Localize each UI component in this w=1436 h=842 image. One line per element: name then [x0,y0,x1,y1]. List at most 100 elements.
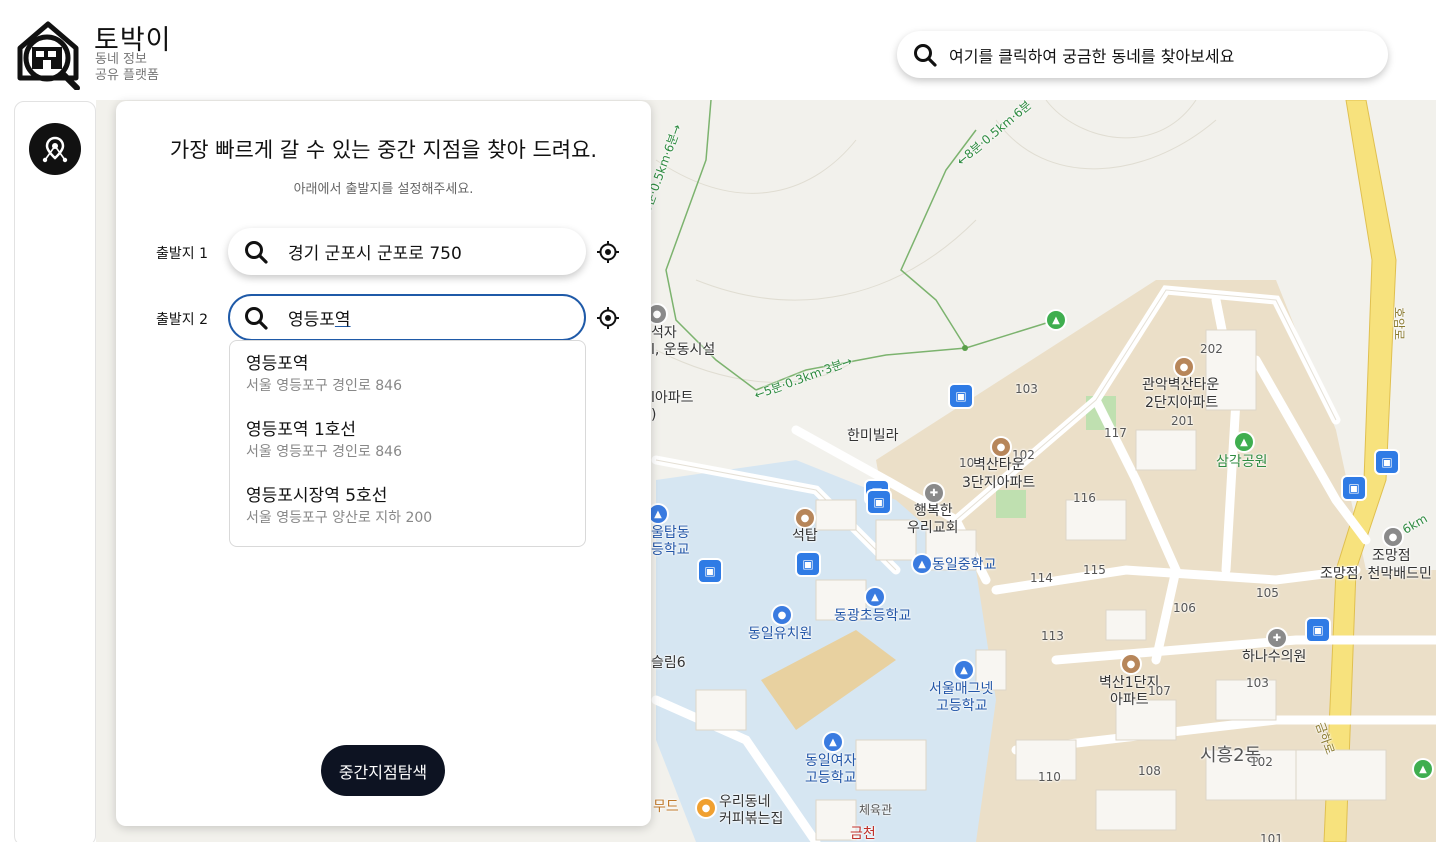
road-label: 호암로 [1392,306,1407,341]
bus-stop-icon[interactable]: ▣ [868,491,890,513]
bus-stop-icon[interactable]: ▣ [797,553,819,575]
map-building-number: 115 [1083,563,1106,577]
apartment-marker-icon[interactable]: ● [1122,655,1140,673]
origin1-input[interactable]: 경기 군포시 군포로 750 [228,228,586,275]
map-place-label: 석자 [651,325,677,341]
bus-stop-icon[interactable]: ▣ [950,385,972,407]
current-location-icon[interactable] [597,307,619,329]
neighborhood-search-bar[interactable]: 여기를 클릭하여 궁금한 동네를 찾아보세요 [897,31,1388,78]
park-marker-icon[interactable]: ▲ [1047,311,1065,329]
panel-subtitle: 아래에서 출발지를 설정해주세요. [293,182,474,197]
map-place-label: 우리교회 [907,520,959,536]
map-place-label: 동일중학교 [932,557,997,573]
search-icon [245,240,268,264]
current-location-icon[interactable] [597,241,619,263]
map-place-label: 울탑동 [651,525,690,541]
map-building-number: 110 [1038,770,1061,784]
apartment-marker-icon[interactable]: ● [992,438,1010,456]
suggestion-name: 영등포역 [246,354,309,374]
map-place-label: 체육관 [859,803,893,817]
midpoint-panel: 가장 빠르게 갈 수 있는 중간 지점을 찾아 드려요. 아래에서 출발지를 설… [116,101,651,826]
origin2-input[interactable]: 영등포역 [228,294,586,341]
park-marker-icon[interactable]: ▲ [1235,433,1253,451]
map-place-label: ) [651,407,657,423]
map-building-number: 116 [1073,491,1096,505]
origin1-label: 출발지 1 [156,246,208,262]
logo-house-magnifier-icon[interactable] [14,18,84,90]
origin2-value: 영등포역 [288,305,351,330]
map-place-label: 커피볶는집 [719,811,784,827]
brand-subtitle-line: 공유 플랫폼 [95,68,159,83]
map-place-label: 한미빌라 [847,428,899,444]
search-icon [245,306,268,330]
map-building-number: 107 [1148,684,1171,698]
suggestion-address: 서울 영등포구 양산로 지하 200 [246,510,433,526]
apartment-marker-icon[interactable]: ● [1175,358,1193,376]
viewpoint-marker-icon[interactable]: ● [1384,528,1402,546]
map-building-number: 106 [1173,601,1196,615]
map-building-number: 114 [1030,571,1053,585]
map-building-number: 117 [1104,426,1127,440]
map-place-label: 무드 [653,799,679,815]
map-place-label: 고등학교 [805,770,857,786]
map-place-label: 삼각공원 [1216,454,1268,470]
map-building-number: 201 [1171,414,1194,428]
map-place-label: 동일유치원 [748,626,813,642]
map-place-label: 행복한 [914,503,953,519]
map-place-label: 하나수의원 [1242,649,1307,665]
side-rail [14,101,96,842]
suggestion-address: 서울 영등포구 경인로 846 [246,378,402,394]
kindergarten-marker-icon[interactable]: ● [773,606,791,624]
map-building-number: 103 [1246,676,1269,690]
midpoint-pin-icon [42,136,68,163]
suggestion-dropdown: 영등포역 서울 영등포구 경인로 846 영등포역 1호선 서울 영등포구 경인… [229,340,586,547]
map-building-number: 103 [1015,382,1038,396]
map-place-label: 조망점 [1372,548,1411,564]
map-place-label: 서울매그넷 [929,681,994,697]
suggestion-item[interactable]: 영등포역 1호선 서울 영등포구 경인로 846 [246,419,402,462]
midpoint-mode-button[interactable] [29,123,81,175]
midpoint-search-button[interactable]: 중간지점탐색 [321,745,445,796]
map-building-number: 10 [959,456,975,470]
school-marker-icon[interactable]: ▲ [913,555,931,573]
suggestion-address: 서울 영등포구 경인로 846 [246,444,402,460]
suggestion-name: 영등포역 1호선 [246,420,357,440]
bus-stop-icon[interactable]: ▣ [1376,451,1398,473]
search-icon [914,43,937,67]
bus-stop-icon[interactable]: ▣ [699,560,721,582]
school-marker-icon[interactable]: ▲ [649,505,667,523]
map-place-label: 고등학교 [936,698,988,714]
brand-subtitle: 동네 정보 공유 플랫폼 [95,52,159,84]
origin2-composing-char: 역 [334,310,351,330]
bus-stop-icon[interactable]: ▣ [1343,477,1365,499]
map-place-label: 벽산타운 [973,457,1025,473]
brand-subtitle-line: 동네 정보 [95,52,147,67]
map-building-number: 102 [1250,755,1273,769]
church-marker-icon[interactable]: ✚ [925,484,943,502]
park-marker-icon[interactable]: ▲ [1414,760,1432,778]
map-place-label: 2단지아파트 [1145,395,1219,411]
map-place-label: 슬림6 [651,655,686,671]
suggestion-item[interactable]: 영등포역 서울 영등포구 경인로 846 [246,353,402,396]
map-place-label: l, 운동시설 [651,342,716,358]
map-place-label: 금천 [850,826,876,842]
origin2-label: 출발지 2 [156,312,208,328]
school-marker-icon[interactable]: ▲ [955,661,973,679]
map-building-number: 101 [1260,832,1283,842]
suggestion-item[interactable]: 영등포시장역 5호선 서울 영등포구 양산로 지하 200 [246,485,432,528]
origin2-value-text: 영등포 [288,310,335,330]
map-place-label: 3단지아파트 [962,475,1036,491]
school-marker-icon[interactable]: ▲ [866,588,884,606]
map-place-label: 조망점, 천막배드민 [1320,566,1432,582]
map-place-label: 등학교 [651,542,690,558]
bus-stop-icon[interactable]: ▣ [1307,619,1329,641]
tower-marker-icon[interactable]: ● [796,509,814,527]
map-building-number: 108 [1138,764,1161,778]
hospital-marker-icon[interactable]: ✚ [1268,629,1286,647]
map-place-label: 관악벽산타운 [1142,377,1220,393]
school-marker-icon[interactable]: ▲ [824,733,842,751]
panel-title: 가장 빠르게 갈 수 있는 중간 지점을 찾아 드려요. [169,138,598,162]
app-root: ▲ ● ● ▲ ✚ ● ▲ ▲ ● ▲ ▲ ✚ ● ▲ ● ● ▲ ● ▣ ▣ … [0,0,1436,842]
cafe-marker-icon[interactable]: ● [697,799,715,817]
map-place-label: 석탑 [792,528,818,544]
